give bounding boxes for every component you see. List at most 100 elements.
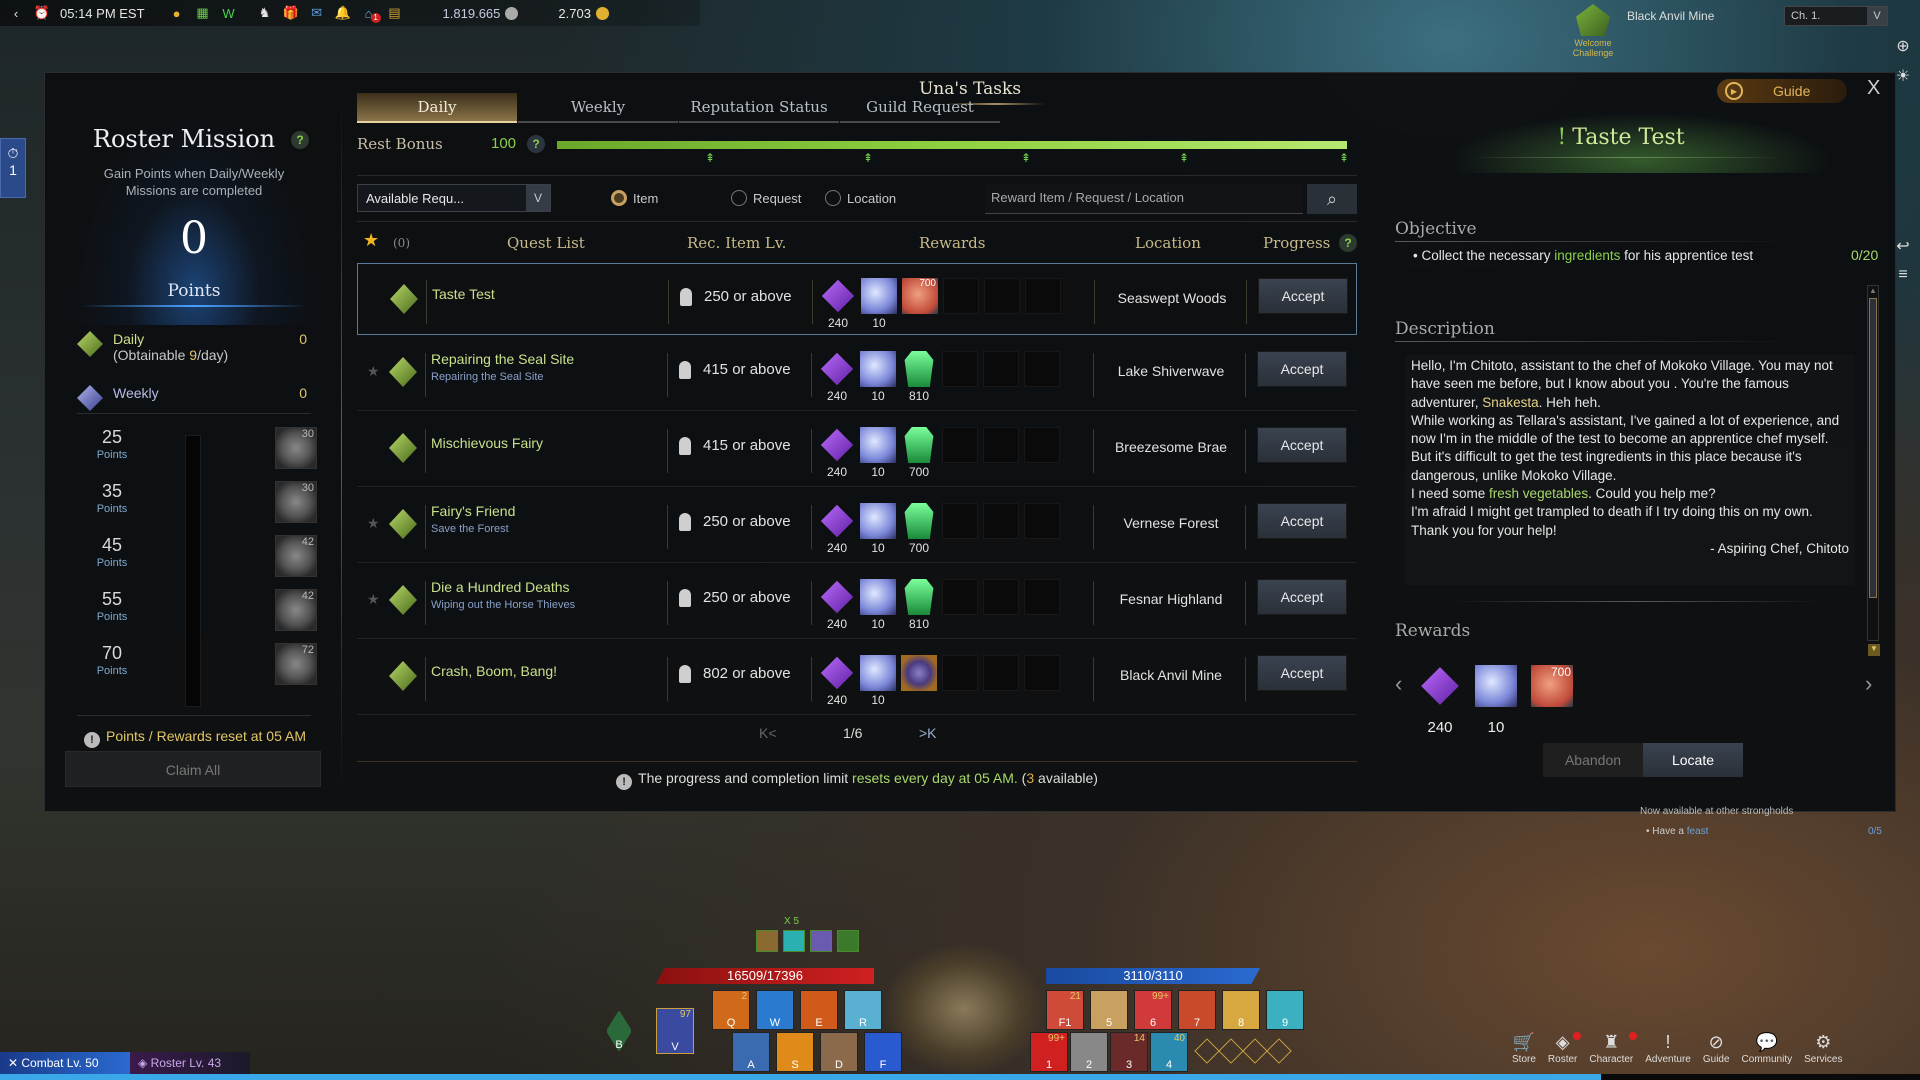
scroll-thumb[interactable] bbox=[1869, 298, 1877, 598]
table-row[interactable]: ★ Fairy's Friend Save the Forest 250 or abo… bbox=[357, 489, 1357, 563]
search-button[interactable]: ⌕ bbox=[1307, 184, 1357, 214]
skill-slot[interactable]: A bbox=[732, 1032, 770, 1072]
scroll-emblem-icon[interactable] bbox=[884, 944, 1044, 1074]
skill-slot[interactable]: 40 4 bbox=[1150, 1032, 1188, 1072]
help-icon[interactable]: ? bbox=[527, 135, 545, 153]
mail-icon[interactable]: ✉ bbox=[309, 5, 325, 21]
reward-green-crystal-icon[interactable] bbox=[904, 503, 934, 539]
table-row[interactable]: Crash, Boom, Bang! 802 or above 240 10 Black… bbox=[357, 641, 1357, 715]
pet-icon[interactable]: ♞ bbox=[257, 5, 273, 21]
chevron-left-icon[interactable]: ‹ bbox=[1395, 671, 1402, 697]
tier-reward-icon[interactable]: 30 bbox=[275, 481, 317, 523]
table-row[interactable]: Taste Test 250 or above 240 10 700 Seaswept W… bbox=[357, 263, 1357, 335]
stopwatch-tracker[interactable]: ⏱ 1 bbox=[0, 138, 26, 198]
skill-slot[interactable]: D bbox=[820, 1032, 858, 1072]
skill-slot[interactable]: E bbox=[800, 990, 838, 1030]
quick-slot[interactable] bbox=[1242, 1038, 1268, 1064]
stronghold-icon[interactable]: ⌂ 1 bbox=[361, 5, 381, 23]
skill-slot[interactable]: 7 bbox=[1178, 990, 1216, 1030]
combat-level[interactable]: ✕ Combat Lv. 50 bbox=[0, 1052, 130, 1074]
reward-green-crystal-icon[interactable] bbox=[904, 351, 934, 387]
accept-button[interactable]: Accept bbox=[1257, 579, 1347, 615]
reward-heart-gem-icon[interactable] bbox=[860, 427, 896, 463]
reward-heart-gem-icon[interactable] bbox=[861, 278, 897, 314]
b-skill[interactable]: B bbox=[606, 1010, 632, 1052]
menu-guide[interactable]: ⊘ Guide bbox=[1703, 1032, 1730, 1065]
menu-character[interactable]: ♜ Character bbox=[1589, 1032, 1638, 1065]
calendar-icon[interactable]: ▦ bbox=[195, 5, 211, 21]
table-row[interactable]: ★ Die a Hundred Deaths Wiping out the Hors… bbox=[357, 565, 1357, 639]
help-icon[interactable]: ? bbox=[1339, 234, 1357, 252]
accept-button[interactable]: Accept bbox=[1257, 503, 1347, 539]
radio-request[interactable]: Request bbox=[731, 190, 801, 206]
table-row[interactable]: ★ Repairing the Seal Site Repairing the Se… bbox=[357, 337, 1357, 411]
favorite-star-icon[interactable]: ★ bbox=[367, 515, 380, 532]
reward-purple-gem-icon[interactable] bbox=[820, 580, 854, 614]
accept-button[interactable]: Accept bbox=[1257, 427, 1347, 463]
star-icon[interactable]: ★ bbox=[363, 230, 379, 251]
reward-apple-icon[interactable]: 700 bbox=[1531, 665, 1573, 707]
skill-slot[interactable]: W bbox=[756, 990, 794, 1030]
menu-roster[interactable]: ◈ Roster bbox=[1548, 1032, 1582, 1065]
reward-green-crystal-icon[interactable] bbox=[904, 579, 934, 615]
menu-adventure[interactable]: ! Adventure bbox=[1645, 1032, 1691, 1065]
reward-purple-gem-icon[interactable] bbox=[1421, 667, 1459, 705]
tier-reward-icon[interactable]: 42 bbox=[275, 535, 317, 577]
reward-apple-icon[interactable]: 700 bbox=[902, 278, 938, 314]
buff-icon[interactable] bbox=[756, 930, 778, 952]
claim-all-button[interactable]: Claim All bbox=[65, 751, 321, 787]
favorite-star-icon[interactable]: ★ bbox=[367, 363, 380, 380]
chest-icon[interactable]: ▤ bbox=[387, 5, 403, 21]
radio-location[interactable]: Location bbox=[825, 190, 896, 206]
gift-icon[interactable]: 🎁 bbox=[282, 5, 298, 21]
alarm-icon[interactable]: ⏰ bbox=[34, 5, 50, 21]
skill-slot[interactable]: 21 F1 bbox=[1046, 990, 1084, 1030]
radio-item[interactable]: Item bbox=[611, 190, 658, 206]
last-page-button[interactable]: >K bbox=[919, 725, 937, 741]
tier-item[interactable]: 25 Points 30 bbox=[77, 425, 317, 479]
guild-wings-icon[interactable]: W bbox=[221, 5, 237, 21]
menu-community[interactable]: 💬 Community bbox=[1742, 1032, 1793, 1065]
tier-item[interactable]: 35 Points 30 bbox=[77, 479, 317, 533]
scroll-up-icon[interactable]: ▲ bbox=[1868, 286, 1878, 296]
reward-purple-gem-icon[interactable] bbox=[821, 279, 855, 313]
skill-slot[interactable]: 9 bbox=[1266, 990, 1304, 1030]
welcome-challenge-button[interactable]: Welcome Challenge bbox=[1566, 4, 1620, 58]
tier-item[interactable]: 45 Points 42 bbox=[77, 533, 317, 587]
help-icon[interactable]: ? bbox=[291, 131, 309, 149]
skill-slot[interactable]: 2 bbox=[1070, 1032, 1108, 1072]
buff-icon[interactable] bbox=[810, 930, 832, 952]
accept-button[interactable]: Accept bbox=[1257, 655, 1347, 691]
search-input[interactable]: Reward Item / Request / Location bbox=[985, 184, 1303, 214]
skill-slot[interactable]: 14 3 bbox=[1110, 1032, 1148, 1072]
chevron-right-icon[interactable]: › bbox=[1865, 671, 1872, 697]
reward-heart-gem-icon[interactable] bbox=[1475, 665, 1517, 707]
return-icon[interactable]: ↩ bbox=[1896, 236, 1909, 256]
menu-icon[interactable]: ≡ bbox=[1898, 266, 1907, 284]
quest-filter-select[interactable]: Available Requ... V bbox=[357, 184, 551, 212]
roster-level[interactable]: ◈ Roster Lv. 43 bbox=[130, 1052, 250, 1074]
tab-guild-request[interactable]: Guild Request bbox=[840, 93, 1000, 123]
zoom-in-icon[interactable]: ⊕ bbox=[1896, 36, 1909, 56]
first-page-button[interactable]: K< bbox=[759, 725, 777, 741]
special-skill-v[interactable]: 97 V bbox=[656, 1008, 694, 1054]
tier-reward-icon[interactable]: 30 bbox=[275, 427, 317, 469]
menu-services[interactable]: ⚙ Services bbox=[1804, 1032, 1842, 1065]
brightness-icon[interactable]: ☀ bbox=[1896, 66, 1910, 86]
buff-icon[interactable] bbox=[837, 930, 859, 952]
tier-item[interactable]: 70 Points 72 bbox=[77, 641, 317, 695]
reward-heart-gem-icon[interactable] bbox=[860, 503, 896, 539]
accept-button[interactable]: Accept bbox=[1257, 351, 1347, 387]
tab-reputation-status[interactable]: Reputation Status bbox=[679, 93, 839, 123]
reward-purple-gem-icon[interactable] bbox=[820, 504, 854, 538]
reward-purple-gem-icon[interactable] bbox=[820, 352, 854, 386]
description-scrollbar[interactable]: ▲ ▼ bbox=[1867, 285, 1880, 656]
accept-button[interactable]: Accept bbox=[1258, 278, 1348, 314]
bell-icon[interactable]: 🔔 bbox=[334, 5, 350, 21]
quick-slot[interactable] bbox=[1194, 1038, 1220, 1064]
quick-slot[interactable] bbox=[1218, 1038, 1244, 1064]
skill-slot[interactable]: 2Q bbox=[712, 990, 750, 1030]
skill-slot[interactable]: S bbox=[776, 1032, 814, 1072]
back-arrow-icon[interactable]: ‹ bbox=[8, 5, 24, 21]
tab-weekly[interactable]: Weekly bbox=[518, 93, 678, 123]
